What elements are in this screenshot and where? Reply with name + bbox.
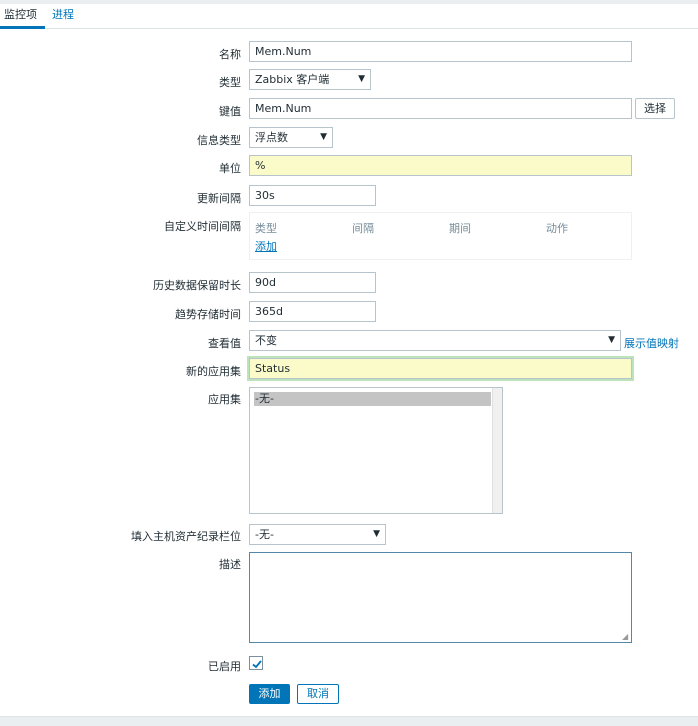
trends-input[interactable]: 365d [249,301,376,322]
new-application-input[interactable]: Status [249,358,632,379]
inventory-select[interactable]: -无- ▼ [249,524,386,545]
custom-intervals-table: 类型 间隔 期间 动作 添加 [249,212,632,260]
type-select-value: Zabbix 客户端 [255,73,330,86]
type-select[interactable]: Zabbix 客户端 ▼ [249,69,371,90]
resize-handle-icon[interactable]: ◢ [622,633,630,641]
applications-label: 应用集 [208,393,241,406]
key-label: 键值 [219,105,241,118]
description-label: 描述 [219,558,241,571]
column-header-action: 动作 [546,222,568,235]
column-header-interval: 间隔 [352,222,374,235]
update-interval-input[interactable]: 30s [249,185,376,206]
tab-item[interactable]: 监控项 [0,4,45,29]
applications-listbox[interactable]: -无- [249,387,503,514]
bottom-bar [0,716,698,726]
cancel-button[interactable]: 取消 [297,684,339,704]
valuemap-label: 查看值 [208,337,241,350]
custom-intervals-label: 自定义时间间隔 [164,220,241,233]
chevron-down-icon: ▼ [358,74,365,84]
info-type-select[interactable]: 浮点数 ▼ [249,127,333,148]
name-label: 名称 [219,48,241,61]
chevron-down-icon: ▼ [320,132,327,142]
checkmark-icon [252,660,262,669]
new-application-label: 新的应用集 [186,365,241,378]
column-header-period: 期间 [449,222,471,235]
tab-process[interactable]: 进程 [48,4,78,29]
chevron-down-icon: ▼ [608,335,615,345]
info-type-label: 信息类型 [197,134,241,147]
history-input[interactable]: 90d [249,272,376,293]
scrollbar[interactable] [492,388,502,513]
update-interval-label: 更新间隔 [197,192,241,205]
tab-bar: 监控项 进程 [0,4,698,29]
column-header-type: 类型 [255,222,277,235]
valuemap-select[interactable]: 不变 ▼ [249,330,621,351]
units-label: 单位 [219,162,241,175]
name-input[interactable]: Mem.Num [249,41,632,62]
info-type-select-value: 浮点数 [255,131,288,144]
add-interval-link[interactable]: 添加 [255,238,277,254]
select-key-button[interactable]: 选择 [635,98,675,119]
enabled-checkbox[interactable] [249,656,263,670]
key-input[interactable]: Mem.Num [249,98,632,119]
type-label: 类型 [219,76,241,89]
inventory-label: 填入主机资产纪录栏位 [131,530,241,543]
valuemap-select-value: 不变 [255,334,277,347]
enabled-label: 已启用 [208,660,241,673]
history-label: 历史数据保留时长 [153,279,241,292]
show-value-mappings-link[interactable]: 展示值映射 [624,335,679,351]
description-textarea[interactable]: ◢ [249,552,632,643]
list-item[interactable]: -无- [254,392,491,406]
inventory-select-value: -无- [255,528,274,541]
trends-label: 趋势存储时间 [175,308,241,321]
add-button[interactable]: 添加 [249,684,290,704]
units-input[interactable]: % [249,155,632,176]
chevron-down-icon: ▼ [373,529,380,539]
